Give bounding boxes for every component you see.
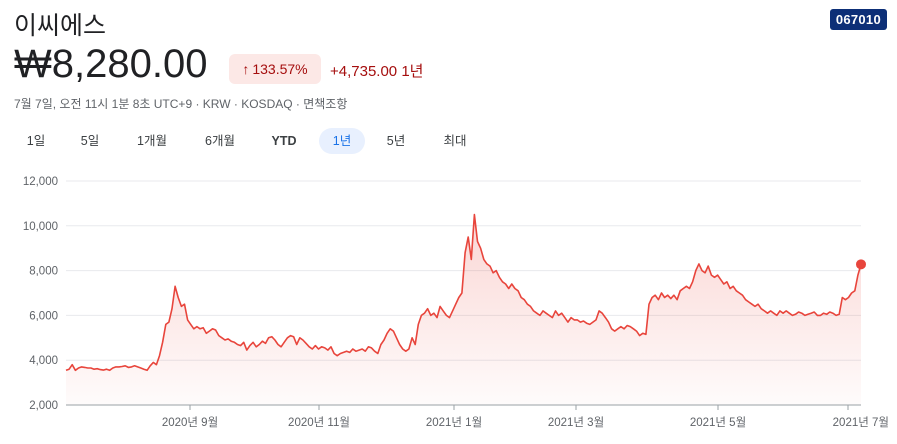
y-tick-label: 6,000: [29, 310, 58, 322]
y-tick-label: 8,000: [29, 266, 58, 278]
x-tick-label: 2021년 5월: [690, 416, 746, 429]
y-tick-label: 12,000: [23, 176, 58, 188]
x-tick-label: 2021년 7월: [833, 416, 889, 429]
x-tick-label: 2020년 11월: [288, 416, 350, 429]
x-tick-label: 2021년 3월: [548, 416, 604, 429]
y-tick-label: 4,000: [29, 355, 58, 367]
x-tick-label: 2021년 1월: [426, 416, 482, 429]
x-tick-label: 2020년 9월: [162, 416, 218, 429]
y-tick-label: 10,000: [23, 221, 58, 233]
y-tick-label: 2,000: [29, 400, 58, 412]
current-price-dot: [856, 259, 866, 270]
price-chart[interactable]: 12,000 10,000 8,000 6,000 4,000 2,000 2020년 9…: [0, 0, 897, 444]
